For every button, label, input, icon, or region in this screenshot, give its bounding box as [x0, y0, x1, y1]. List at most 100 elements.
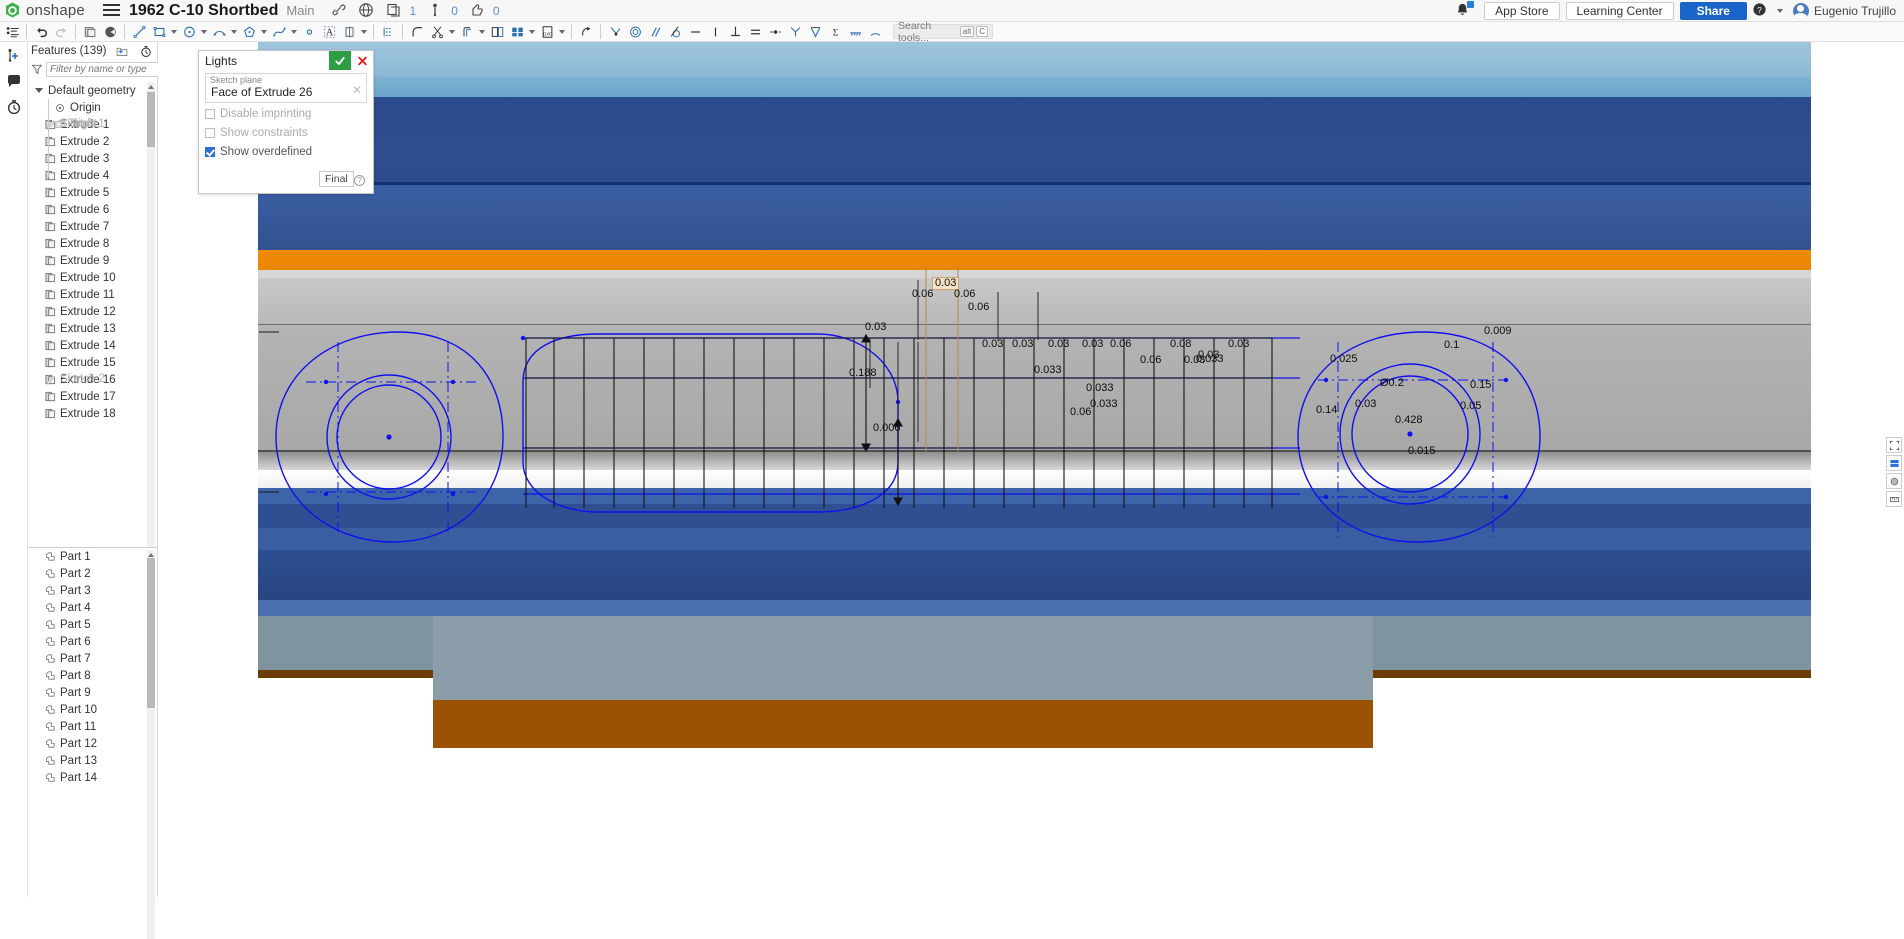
globe-icon[interactable]	[358, 2, 376, 20]
dimension-label[interactable]: 0.06	[1070, 407, 1091, 418]
part-list-item[interactable]: Part 5	[28, 616, 158, 633]
linear-pattern-icon[interactable]	[378, 23, 398, 41]
point-icon[interactable]	[299, 23, 319, 41]
symmetric-icon[interactable]	[785, 23, 805, 41]
undo-icon[interactable]	[31, 23, 51, 41]
search-input[interactable]: Search tools... alt C	[893, 20, 993, 44]
offset-chevron-down-icon[interactable]	[477, 23, 487, 41]
viewport-right-toolbar[interactable]	[1886, 437, 1902, 509]
use-icon[interactable]	[487, 23, 507, 41]
feature-tree-item[interactable]: Extrude 9	[28, 252, 158, 269]
transform-icon[interactable]	[576, 23, 596, 41]
part-list-item[interactable]: Part 3	[28, 582, 158, 599]
branch-icon[interactable]	[427, 2, 445, 20]
dimension-label[interactable]: 0.03	[1082, 339, 1103, 350]
cad-model[interactable]	[258, 42, 1811, 842]
dimension-label[interactable]: 0.033	[1090, 399, 1118, 410]
onshape-logo-icon[interactable]	[3, 1, 22, 20]
feature-tree-item[interactable]: Extrude 7	[28, 218, 158, 235]
part-list-item[interactable]: Part 8	[28, 667, 158, 684]
trim-chevron-down-icon[interactable]	[447, 23, 457, 41]
rectangle-icon[interactable]	[149, 23, 169, 41]
feature-tree-item[interactable]: Extrude 6	[28, 201, 158, 218]
feature-tree-item[interactable]: Extrude 11	[28, 286, 158, 303]
new-folder-icon[interactable]	[114, 43, 130, 59]
fillet-icon[interactable]	[407, 23, 427, 41]
circle-icon[interactable]	[179, 23, 199, 41]
feature-tree-list[interactable]: Default geometry Origin Top Front Right Sketc…	[28, 82, 158, 547]
tangent-icon[interactable]	[665, 23, 685, 41]
dimension-label[interactable]: 0.015	[1408, 446, 1436, 457]
parts-list[interactable]: Part 1 Part 2 Part 3 Part 4 Part 5 Part 6 Part…	[28, 548, 158, 939]
feature-tree-item[interactable]: Extrude 17	[28, 388, 158, 405]
offset-icon[interactable]	[457, 23, 477, 41]
dimension-label[interactable]: 0.428	[1395, 415, 1423, 426]
chevron-down-icon[interactable]	[34, 86, 44, 96]
dimension-label[interactable]: 0.033	[1196, 354, 1224, 365]
avatar[interactable]	[1792, 2, 1809, 19]
rectangle-chevron-down-icon[interactable]	[169, 23, 179, 41]
part-list-item[interactable]: Part 7	[28, 650, 158, 667]
redo-icon[interactable]	[51, 23, 71, 41]
feature-tree-item[interactable]: Sketch 1	[28, 116, 105, 133]
perpendicular-icon[interactable]	[725, 23, 745, 41]
dimension-label[interactable]: 0.06	[1140, 355, 1161, 366]
line-icon[interactable]	[129, 23, 149, 41]
app-store-button[interactable]: App Store	[1484, 1, 1560, 20]
normal-icon[interactable]: Σ	[825, 23, 845, 41]
dimension-label[interactable]: 0.025	[1330, 354, 1358, 365]
disable-imprinting-checkbox[interactable]	[205, 108, 215, 119]
rollback-history-icon[interactable]	[138, 43, 154, 59]
concentric-icon[interactable]	[625, 23, 645, 41]
feature-tree-item[interactable]: Sketch 2	[28, 371, 105, 388]
part-list-item[interactable]: Part 4	[28, 599, 158, 616]
feature-tree-item[interactable]: Default geometry	[28, 82, 158, 99]
part-list-item[interactable]: Part 2	[28, 565, 158, 582]
show-overdefined-checkbox-row[interactable]: Show overdefined	[199, 143, 373, 160]
construction-icon[interactable]	[865, 23, 885, 41]
dimension-label[interactable]: 0.06	[1110, 339, 1131, 350]
bell-icon[interactable]	[1455, 0, 1475, 20]
dimension-label[interactable]: 0.03	[1012, 339, 1033, 350]
zoom-to-fit-icon[interactable]	[1886, 437, 1902, 453]
parts-scroll-thumb[interactable]	[147, 558, 155, 708]
dimension-label[interactable]: 0.009	[1484, 326, 1512, 337]
dimension-label[interactable]: 0.14	[1316, 405, 1337, 416]
render-icon[interactable]	[1886, 473, 1902, 489]
fix-icon[interactable]	[845, 23, 865, 41]
parallel-icon[interactable]	[645, 23, 665, 41]
accept-button[interactable]	[329, 51, 351, 70]
part-list-item[interactable]: Part 11	[28, 718, 158, 735]
dimension-label[interactable]: 0.03	[1048, 339, 1069, 350]
feature-tree-item[interactable]: Extrude 13	[28, 320, 158, 337]
lights-dialog[interactable]: Lights Sketch plane Face of Extrude 26 ✕…	[198, 50, 374, 194]
text-icon[interactable]: A	[319, 23, 339, 41]
midpoint-icon[interactable]	[765, 23, 785, 41]
show-constraints-checkbox-row[interactable]: Show constraints	[199, 124, 373, 141]
feature-tree-item[interactable]: Extrude 8	[28, 235, 158, 252]
dimension-label[interactable]: 0.03	[982, 339, 1003, 350]
dimension-label[interactable]: 0.1	[1444, 340, 1459, 351]
part-list-item[interactable]: Part 10	[28, 701, 158, 718]
dimension-label[interactable]: 0.033	[1034, 365, 1062, 376]
dimension-label[interactable]: 0.006	[873, 423, 901, 434]
dimension-label[interactable]: 0.03	[1228, 339, 1249, 350]
grid-chevron-down-icon[interactable]	[527, 23, 537, 41]
disable-imprinting-checkbox-row[interactable]: Disable imprinting	[199, 105, 373, 122]
sketch-icon[interactable]	[80, 23, 100, 41]
clear-x-icon[interactable]: ✕	[352, 83, 362, 97]
insert-feature-icon[interactable]	[0, 42, 28, 68]
help-chevron-down-icon[interactable]	[1775, 2, 1785, 20]
copy-icon[interactable]	[386, 2, 404, 20]
spline-chevron-down-icon[interactable]	[289, 23, 299, 41]
polygon-icon[interactable]	[239, 23, 259, 41]
dimension-display-icon[interactable]	[100, 23, 120, 41]
arc-icon[interactable]	[209, 23, 229, 41]
part-list-item[interactable]: Part 6	[28, 633, 158, 650]
parts-scrollbar[interactable]	[147, 550, 155, 939]
dimension-label[interactable]: 0.15	[1470, 380, 1491, 391]
dimension-label[interactable]: 0.08	[1170, 339, 1191, 350]
dxf-chevron-down-icon[interactable]	[557, 23, 567, 41]
spline-icon[interactable]	[269, 23, 289, 41]
equal-icon[interactable]	[745, 23, 765, 41]
